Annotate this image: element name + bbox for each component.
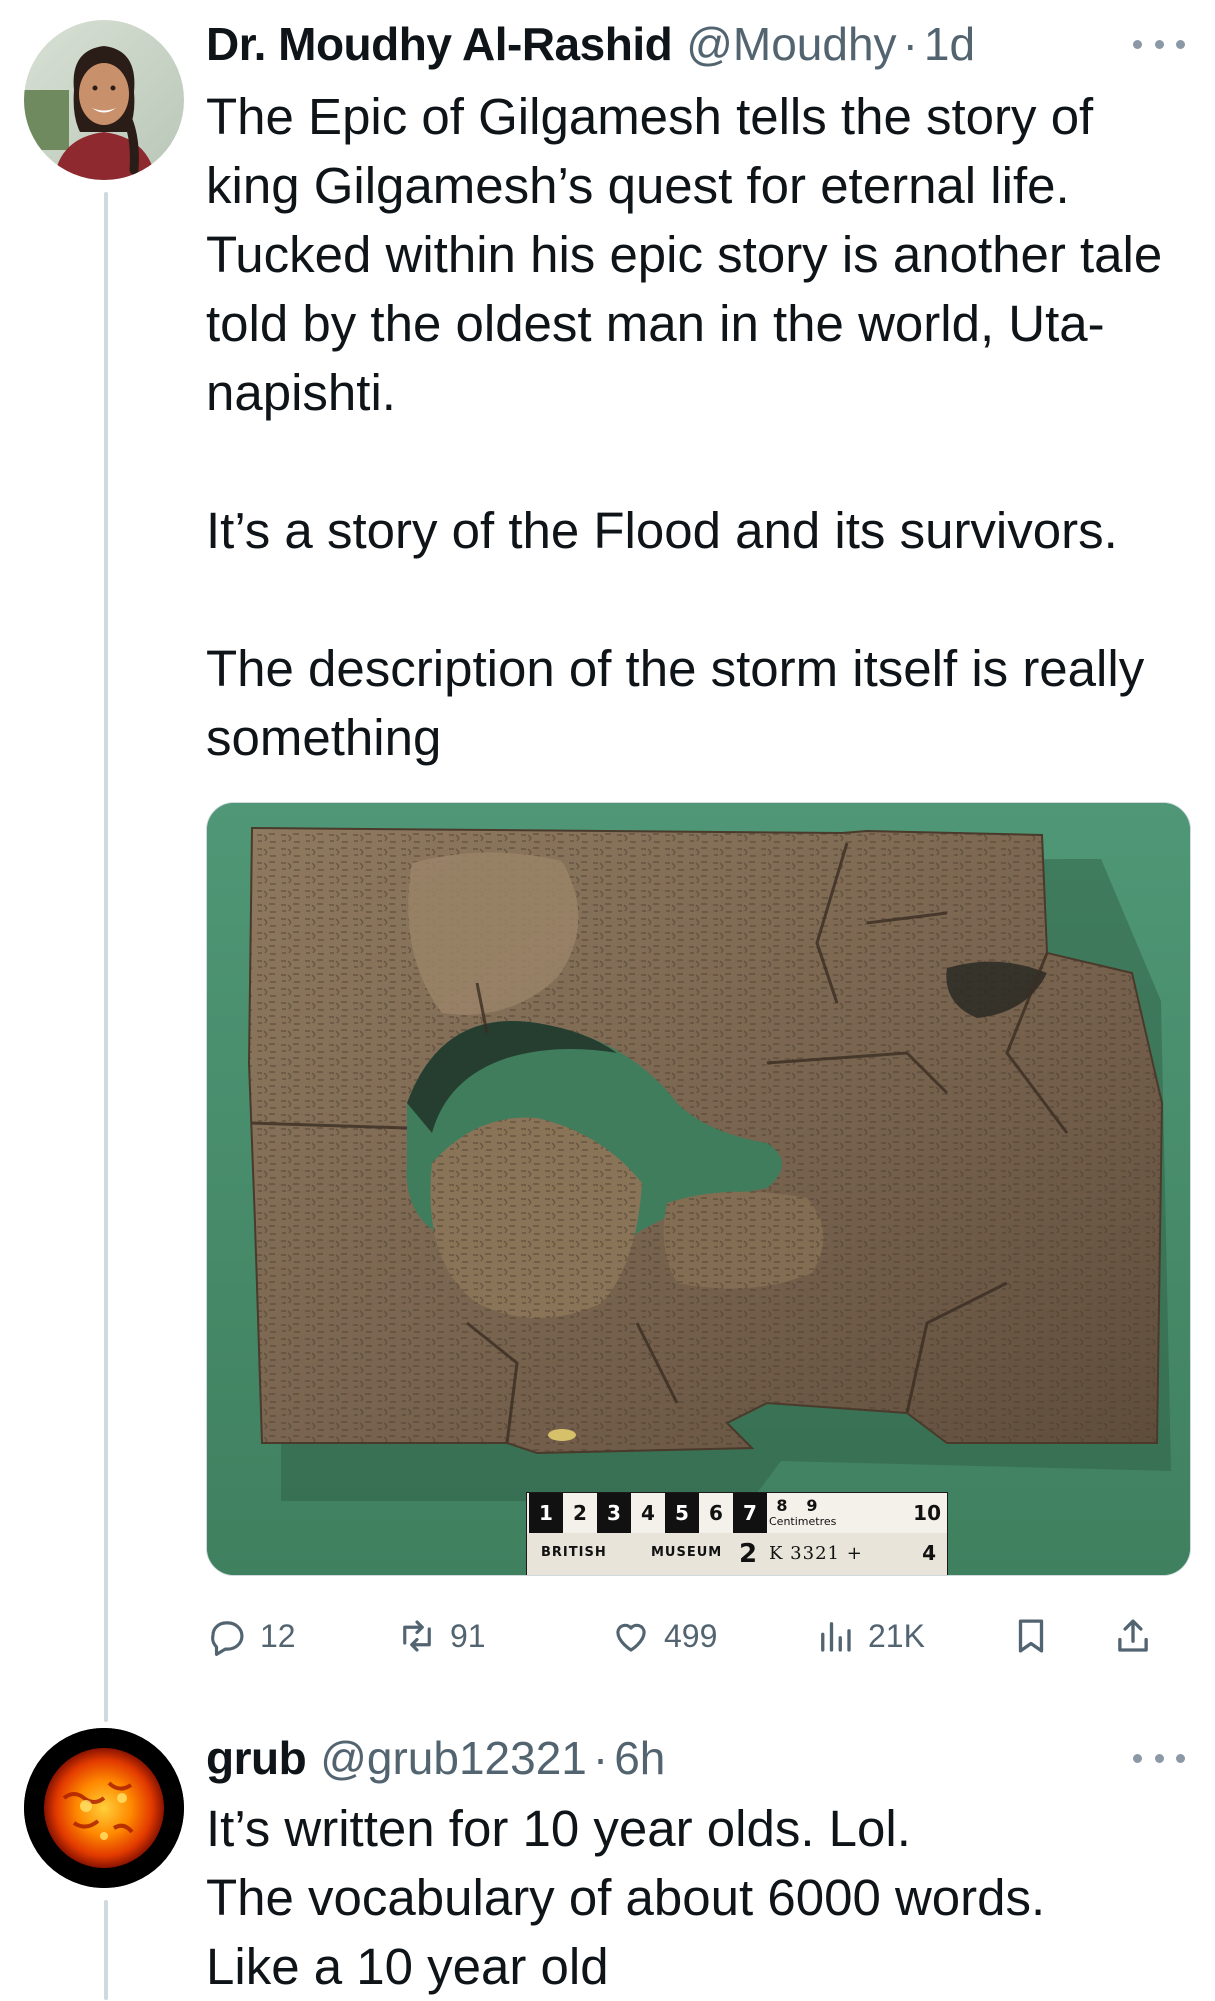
reply-count: 12: [260, 1617, 296, 1654]
more-options-icon[interactable]: [1133, 34, 1185, 54]
tweet-action-bar: 12 91 499 21K: [206, 1608, 1186, 1664]
ruler-label-left: BRITISH: [541, 1545, 607, 1560]
thread-connector-line-bottom: [104, 1900, 108, 2000]
like-count: 499: [664, 1617, 718, 1654]
ruler-number: 3: [597, 1493, 631, 1533]
ruler-number: 7: [733, 1493, 767, 1533]
avatar[interactable]: [24, 20, 184, 180]
ruler-unit: Centimetres: [769, 1515, 837, 1528]
tweet-text: The Epic of Gilgamesh tells the story of…: [206, 82, 1196, 772]
bookmark-icon: [1018, 1619, 1044, 1653]
heart-icon: [616, 1623, 646, 1652]
header-separator: ·: [592, 1732, 609, 1784]
ruler-number: 5: [665, 1493, 699, 1533]
like-button[interactable]: 499: [610, 1608, 717, 1664]
tweet-media-image[interactable]: 1 2 3 4 5 6 7 8 9 Centimetres 10 BRITISH…: [206, 802, 1191, 1576]
author-handle[interactable]: @Moudhy: [686, 14, 896, 74]
tweet-text: It’s written for 10 year olds. Lol. The …: [206, 1794, 1196, 2001]
reply-icon: [211, 1621, 244, 1656]
ruler-number: 1: [529, 1493, 563, 1533]
catalog-number: K 3321 +: [769, 1543, 863, 1564]
ruler-extra-number: 2: [739, 1539, 759, 1569]
header-separator: ·: [902, 18, 918, 70]
ruler-number: 2: [573, 1501, 587, 1525]
sun-avatar-photo: [24, 1728, 184, 1888]
more-options-icon[interactable]: [1133, 1748, 1185, 1768]
plate-number: 4: [922, 1541, 937, 1565]
author-name[interactable]: Dr. Moudhy Al-Rashid: [206, 14, 673, 74]
ruler-number: 4: [641, 1501, 655, 1525]
retweet-count: 91: [450, 1617, 486, 1654]
tweet-paragraph: The description of the storm itself is r…: [206, 640, 1145, 766]
tweet-header: Dr. Moudhy Al-Rashid @Moudhy · 1d: [206, 14, 975, 74]
tweet-line: The vocabulary of about 6000 words.: [206, 1869, 1046, 1926]
tweet-paragraph: It’s a story of the Flood and its surviv…: [206, 502, 1118, 559]
views-count: 21K: [868, 1617, 925, 1654]
share-button[interactable]: [1112, 1608, 1166, 1664]
retweet-button[interactable]: 91: [396, 1608, 486, 1664]
reply-button[interactable]: 12: [206, 1608, 296, 1664]
author-name[interactable]: grub: [206, 1728, 307, 1788]
avatar-photo: [24, 20, 184, 180]
timestamp[interactable]: 1d: [924, 14, 975, 74]
tweet-paragraph: The Epic of Gilgamesh tells the story of…: [206, 88, 1163, 421]
share-icon: [1118, 1619, 1148, 1652]
ruler-label-right: MUSEUM: [651, 1545, 723, 1560]
thread-connector-line: [104, 192, 108, 1722]
timestamp[interactable]: 6h: [614, 1728, 665, 1788]
ruler-number: 10: [913, 1501, 941, 1525]
tweet-line: It’s written for 10 year olds. Lol.: [206, 1800, 911, 1857]
avatar[interactable]: [24, 1728, 184, 1888]
bookmark-button[interactable]: [1010, 1608, 1064, 1664]
tweet-line: Like a 10 year old: [206, 1938, 609, 1995]
clay-tablet-photo: [207, 803, 1190, 1575]
ruler-label: BRITISH MUSEUM 2 K 3321 + 4: [533, 1537, 943, 1571]
views-chart-icon: [821, 1622, 851, 1652]
tweet-header: grub @grub12321 · 6h: [206, 1728, 665, 1788]
ruler-numbers: 1 2 3 4 5 6 7 8 9 Centimetres 10: [529, 1493, 945, 1533]
views-button[interactable]: 21K: [814, 1608, 925, 1664]
author-handle[interactable]: @grub12321: [320, 1728, 587, 1788]
ruler-number: 6: [709, 1501, 723, 1525]
retweet-icon: [403, 1620, 431, 1652]
